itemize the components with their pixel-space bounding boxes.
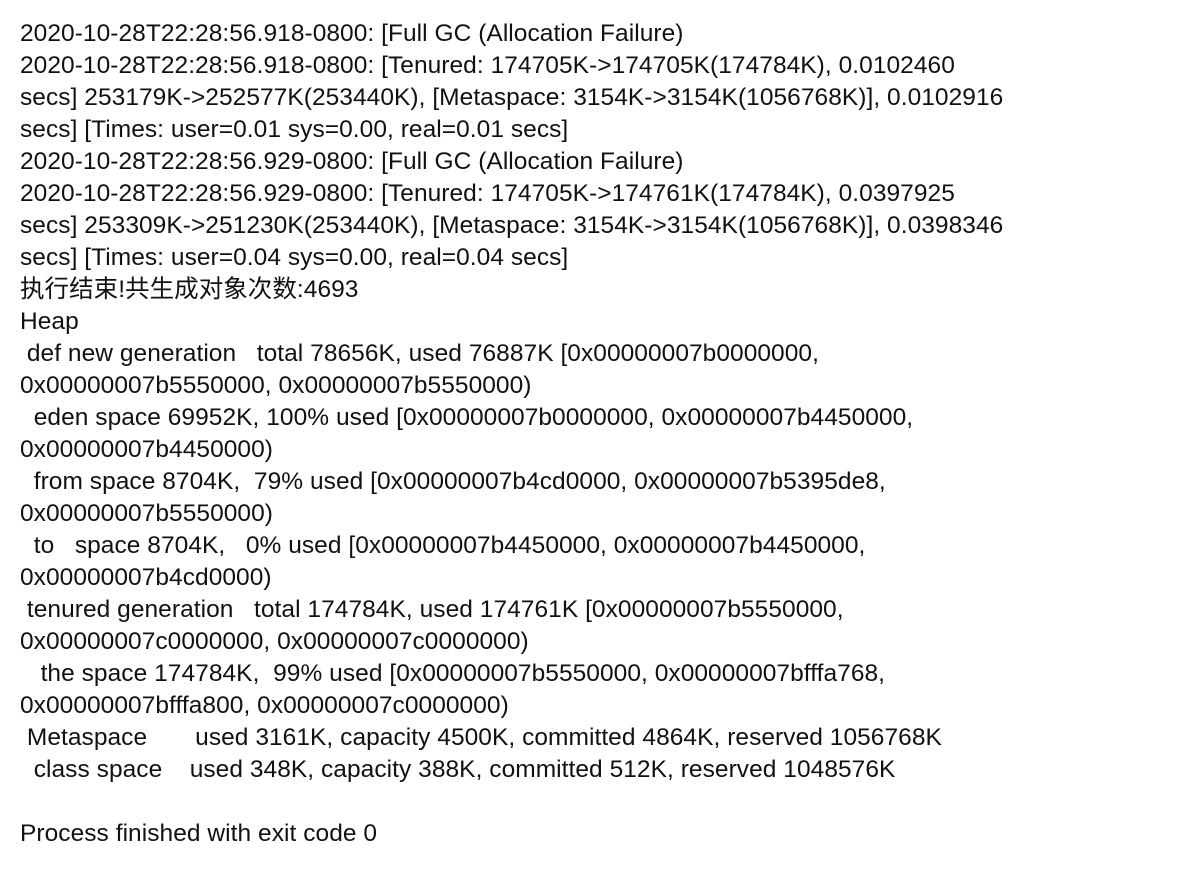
log-line: Heap <box>20 308 79 335</box>
exit-status-line: Process finished with exit code 0 <box>20 820 378 847</box>
log-line: 0x00000007b5550000, 0x00000007b5550000) <box>20 372 532 399</box>
log-line: 执行结束!共生成对象次数:4693 <box>20 276 359 303</box>
log-line: the space 174784K, 99% used [0x00000007b… <box>20 660 886 687</box>
console-output[interactable]: 2020-10-28T22:28:56.918-0800: [Full GC (… <box>20 18 1192 850</box>
log-line: 0x00000007c0000000, 0x00000007c0000000) <box>20 628 529 655</box>
log-line: def new generation total 78656K, used 76… <box>20 340 819 367</box>
log-line: 2020-10-28T22:28:56.929-0800: [Full GC (… <box>20 148 684 175</box>
log-line: secs] [Times: user=0.04 sys=0.00, real=0… <box>20 244 569 271</box>
log-line: secs] 253309K->251230K(253440K), [Metasp… <box>20 212 1004 239</box>
log-line: 0x00000007bfffa800, 0x00000007c0000000) <box>20 692 509 719</box>
log-line: 2020-10-28T22:28:56.929-0800: [Tenured: … <box>20 180 955 207</box>
log-line: Metaspace used 3161K, capacity 4500K, co… <box>20 724 942 751</box>
log-line: 2020-10-28T22:28:56.918-0800: [Tenured: … <box>20 52 955 79</box>
log-line: secs] 253179K->252577K(253440K), [Metasp… <box>20 84 1004 111</box>
log-line: class space used 348K, capacity 388K, co… <box>20 756 896 783</box>
log-line: from space 8704K, 79% used [0x00000007b4… <box>20 468 886 495</box>
log-line: eden space 69952K, 100% used [0x00000007… <box>20 404 914 431</box>
log-line: tenured generation total 174784K, used 1… <box>20 596 844 623</box>
log-line: to space 8704K, 0% used [0x00000007b4450… <box>20 532 866 559</box>
log-line: 0x00000007b4450000) <box>20 436 273 463</box>
log-line: secs] [Times: user=0.01 sys=0.00, real=0… <box>20 116 569 143</box>
log-line: 2020-10-28T22:28:56.918-0800: [Full GC (… <box>20 20 684 47</box>
log-line: 0x00000007b5550000) <box>20 500 273 527</box>
log-line: 0x00000007b4cd0000) <box>20 564 272 591</box>
